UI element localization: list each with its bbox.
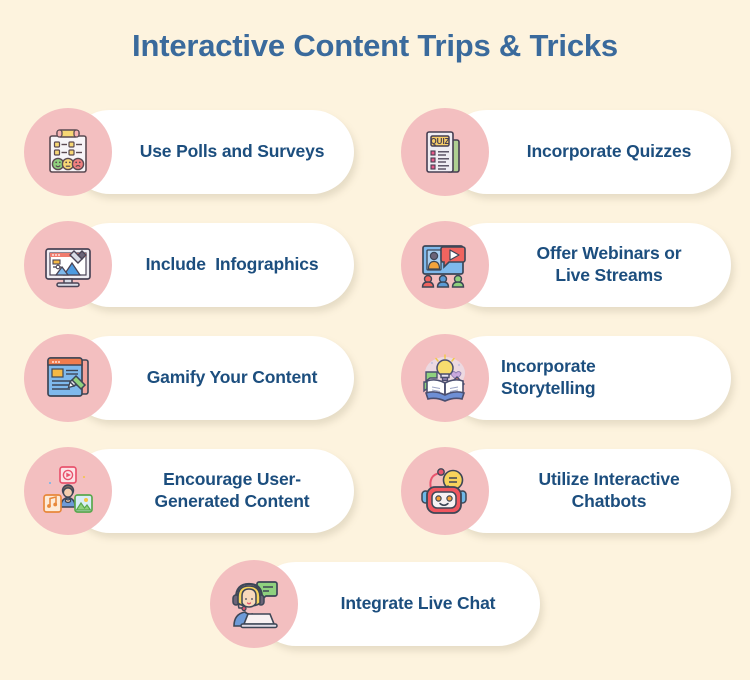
tips-row: Include Infographics Offer Webinars or L… bbox=[0, 221, 750, 334]
infographic-page: Interactive Content Trips & Tricks Use P… bbox=[0, 0, 750, 680]
tips-row: Gamify Your Content Incorporate Storytel… bbox=[0, 334, 750, 447]
tip-card-include-infographics[interactable]: Include Infographics bbox=[24, 221, 354, 309]
tip-card-offer-webinars-or-live-streams[interactable]: Offer Webinars or Live Streams bbox=[401, 221, 731, 309]
tip-card-incorporate-storytelling[interactable]: Incorporate Storytelling bbox=[401, 334, 731, 422]
quiz-paper-icon: QUIZ bbox=[401, 108, 489, 196]
poll-survey-clipboard-icon bbox=[24, 108, 112, 196]
tip-card-incorporate-quizzes[interactable]: Incorporate Quizzes QUIZ bbox=[401, 108, 731, 196]
live-chat-agent-icon bbox=[210, 560, 298, 648]
user-generated-content-icon bbox=[24, 447, 112, 535]
tip-card-gamify-your-content[interactable]: Gamify Your Content bbox=[24, 334, 354, 422]
tip-card-encourage-user-generated-content[interactable]: Encourage User- Generated Content bbox=[24, 447, 354, 535]
tip-card-utilize-interactive-chatbots[interactable]: Utilize Interactive Chatbots bbox=[401, 447, 731, 535]
tip-label: Use Polls and Surveys bbox=[139, 141, 325, 162]
tips-row: Encourage User- Generated Content Utiliz… bbox=[0, 447, 750, 560]
tip-label: Gamify Your Content bbox=[146, 367, 318, 388]
infographic-monitor-icon bbox=[24, 221, 112, 309]
tip-label: Include Infographics bbox=[145, 254, 319, 275]
gamify-blog-pencil-icon bbox=[24, 334, 112, 422]
storytelling-book-bulb-icon bbox=[401, 334, 489, 422]
svg-text:QUIZ: QUIZ bbox=[430, 137, 449, 146]
tips-grid: Use Polls and Surveys Incorporate Quizze… bbox=[0, 108, 750, 673]
tip-label: Incorporate Quizzes bbox=[526, 141, 692, 162]
tip-card-integrate-live-chat[interactable]: Integrate Live Chat bbox=[210, 560, 540, 648]
chatbot-robot-icon bbox=[401, 447, 489, 535]
tip-card-use-polls-and-surveys[interactable]: Use Polls and Surveys bbox=[24, 108, 354, 196]
tip-label: Incorporate Storytelling bbox=[501, 356, 596, 398]
tips-row: Use Polls and Surveys Incorporate Quizze… bbox=[0, 108, 750, 221]
tip-label: Integrate Live Chat bbox=[340, 593, 496, 614]
page-title: Interactive Content Trips & Tricks bbox=[132, 28, 618, 63]
webinar-live-stream-icon bbox=[401, 221, 489, 309]
tips-row: Integrate Live Chat bbox=[0, 560, 750, 673]
tip-label: Offer Webinars or Live Streams bbox=[536, 243, 682, 285]
tip-label: Utilize Interactive Chatbots bbox=[538, 469, 680, 511]
tip-label: Encourage User- Generated Content bbox=[154, 469, 310, 511]
